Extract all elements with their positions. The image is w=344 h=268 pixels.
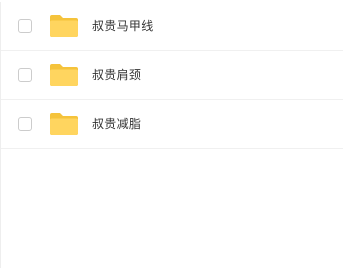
file-name[interactable]: 叔贵减脂: [92, 117, 141, 131]
folder-icon: [50, 64, 78, 86]
file-row-1[interactable]: 叔贵肩颈: [1, 51, 343, 100]
file-row-0[interactable]: 叔贵马甲线: [1, 2, 343, 51]
row-checkbox[interactable]: [18, 68, 32, 82]
folder-icon: [50, 113, 78, 135]
file-name[interactable]: 叔贵肩颈: [92, 68, 141, 82]
file-list-panel: 叔贵马甲线 叔贵肩颈 叔贵减脂: [0, 2, 343, 268]
row-checkbox[interactable]: [18, 19, 32, 33]
file-name[interactable]: 叔贵马甲线: [92, 19, 154, 33]
folder-icon: [50, 15, 78, 37]
file-list: 叔贵马甲线 叔贵肩颈 叔贵减脂: [1, 2, 343, 149]
file-row-2[interactable]: 叔贵减脂: [1, 100, 343, 149]
row-checkbox[interactable]: [18, 117, 32, 131]
